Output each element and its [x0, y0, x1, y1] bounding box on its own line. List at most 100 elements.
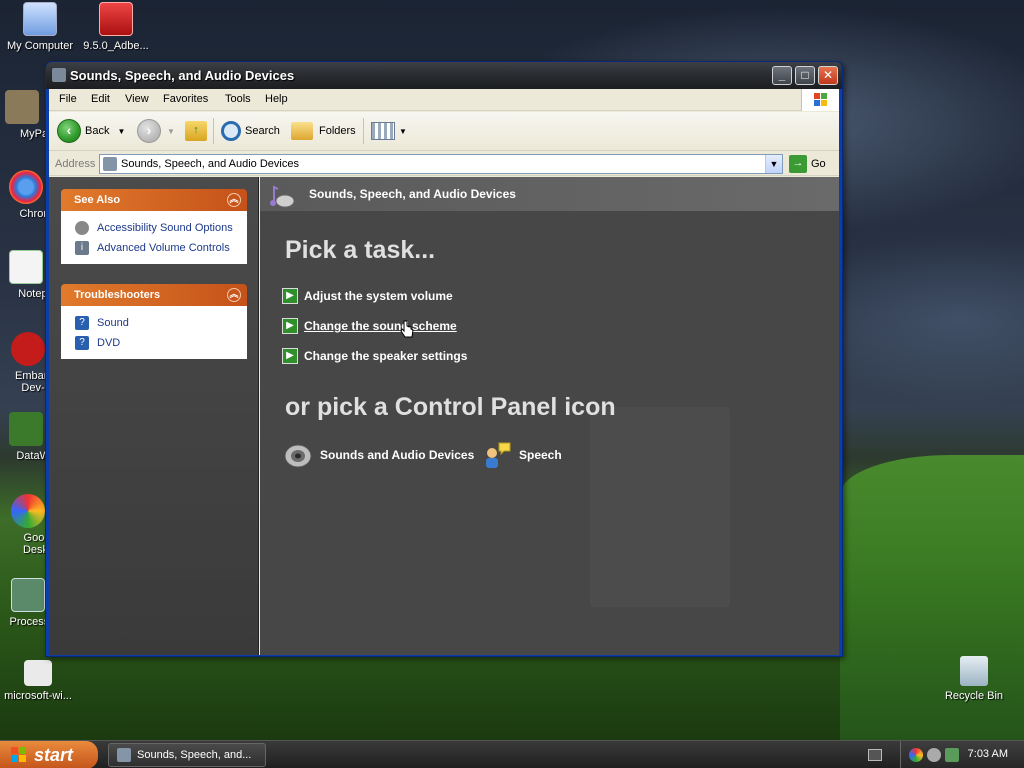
desktop-icon-adobe[interactable]: 9.5.0_Adbe... — [78, 2, 154, 52]
go-button[interactable]: → Go — [789, 155, 826, 173]
recycle-bin-icon — [960, 656, 988, 686]
troubleshooters-header[interactable]: Troubleshooters ︽ — [61, 284, 247, 306]
keyboard-icon[interactable] — [868, 749, 882, 761]
collapse-chevron-icon[interactable]: ︽ — [227, 193, 241, 207]
up-folder-icon: ↑ — [185, 121, 207, 141]
link-label: DVD — [97, 337, 121, 349]
link-sound-troubleshooter[interactable]: ? Sound — [75, 313, 247, 333]
help-icon: ? — [75, 316, 89, 330]
address-label: Address — [55, 158, 96, 170]
see-also-title: See Also — [74, 194, 121, 206]
notepad-icon — [9, 250, 43, 284]
menu-file[interactable]: File — [59, 93, 77, 105]
cp-icon-label: Speech — [519, 448, 562, 462]
volume-tray-icon[interactable] — [927, 748, 941, 762]
system-tray: 7:03 AM — [900, 741, 1024, 768]
google-desktop-icon — [11, 494, 45, 528]
speaker-icon — [75, 221, 89, 235]
menu-edit[interactable]: Edit — [91, 93, 110, 105]
forward-arrow-icon: › — [137, 119, 161, 143]
menu-view[interactable]: View — [125, 93, 149, 105]
task-pane: See Also ︽ Accessibility Sound Options i… — [49, 177, 259, 655]
collapse-chevron-icon[interactable]: ︽ — [227, 288, 241, 302]
desktop-icon-my-computer[interactable]: My Computer — [2, 2, 78, 52]
see-also-header[interactable]: See Also ︽ — [61, 189, 247, 211]
back-button[interactable]: ‹ Back ▼ — [57, 118, 125, 144]
maximize-button[interactable]: □ — [795, 66, 815, 85]
search-icon — [221, 121, 241, 141]
music-notes-icon — [270, 185, 295, 208]
window-body: File Edit View Favorites Tools Help ‹ Ba… — [49, 89, 839, 655]
menu-help[interactable]: Help — [265, 93, 288, 105]
google-desktop-tray-icon[interactable] — [909, 748, 923, 762]
datawarrior-icon — [9, 412, 43, 446]
sound-folder-icon — [52, 68, 66, 82]
address-field[interactable]: Sounds, Speech, and Audio Devices ▼ — [99, 154, 783, 174]
search-button[interactable]: Search — [221, 118, 280, 144]
info-icon: i — [75, 241, 89, 255]
views-grid-icon — [371, 122, 395, 140]
link-accessibility-sound-options[interactable]: Accessibility Sound Options — [75, 218, 247, 238]
folders-button[interactable]: Folders — [291, 118, 356, 144]
link-advanced-volume-controls[interactable]: i Advanced Volume Controls — [75, 238, 247, 258]
cp-icon-sounds-and-audio-devices[interactable]: Sounds and Audio Devices — [282, 439, 474, 471]
start-button[interactable]: start — [0, 741, 98, 768]
views-dropdown-icon[interactable]: ▼ — [399, 127, 407, 136]
troubleshooters-title: Troubleshooters — [74, 289, 161, 301]
address-dropdown-icon[interactable]: ▼ — [765, 155, 782, 173]
devcpp-icon — [11, 332, 45, 366]
menu-tools[interactable]: Tools — [225, 93, 251, 105]
toolbar-separator — [363, 118, 364, 144]
desktop-icon-label: microsoft-wi... — [4, 690, 72, 702]
task-change-sound-scheme[interactable]: ▶ Change the sound scheme — [282, 318, 457, 334]
close-button[interactable]: ✕ — [818, 66, 838, 85]
task-label: Change the sound scheme — [304, 319, 457, 333]
pick-task-heading: Pick a task... — [285, 236, 436, 264]
task-arrow-icon: ▶ — [282, 348, 298, 364]
title-bar[interactable]: Sounds, Speech, and Audio Devices _ □ ✕ — [46, 62, 842, 89]
link-dvd-troubleshooter[interactable]: ? DVD — [75, 333, 247, 353]
toolbar-separator — [213, 118, 214, 144]
process-icon — [11, 578, 45, 612]
link-label: Sound — [97, 317, 129, 329]
up-folder-button[interactable]: ↑ — [185, 118, 207, 144]
forward-dropdown-icon[interactable]: ▼ — [167, 127, 175, 136]
address-bar: Address Sounds, Speech, and Audio Device… — [49, 152, 839, 176]
download-icon — [24, 660, 52, 686]
computer-icon — [23, 2, 57, 36]
desktop-icon-microsoft-wi[interactable]: microsoft-wi... — [0, 660, 76, 702]
desktop-icon-label: My Computer — [6, 40, 74, 52]
minimize-button[interactable]: _ — [772, 66, 792, 85]
task-adjust-system-volume[interactable]: ▶ Adjust the system volume — [282, 288, 453, 304]
troubleshooters-body: ? Sound ? DVD — [61, 306, 247, 359]
sound-folder-icon — [103, 157, 117, 171]
troubleshooters-panel: Troubleshooters ︽ ? Sound ? DVD — [61, 284, 247, 359]
cp-icon-speech[interactable]: Speech — [481, 439, 562, 471]
clock[interactable]: 7:03 AM — [968, 748, 1008, 760]
folders-icon — [291, 122, 313, 140]
link-label: Advanced Volume Controls — [97, 242, 230, 254]
see-also-panel: See Also ︽ Accessibility Sound Options i… — [61, 189, 247, 264]
category-title: Sounds, Speech, and Audio Devices — [309, 187, 516, 201]
views-button[interactable]: ▼ — [371, 118, 407, 144]
menu-favorites[interactable]: Favorites — [163, 93, 208, 105]
menu-bar: File Edit View Favorites Tools Help — [49, 89, 839, 111]
back-dropdown-icon[interactable]: ▼ — [117, 127, 125, 136]
back-arrow-icon: ‹ — [57, 119, 81, 143]
go-label: Go — [811, 158, 826, 170]
search-label: Search — [245, 125, 280, 137]
address-value: Sounds, Speech, and Audio Devices — [121, 158, 299, 170]
taskbar-window-label: Sounds, Speech, and... — [137, 749, 252, 761]
folders-label: Folders — [319, 125, 356, 137]
taskbar-window-button[interactable]: Sounds, Speech, and... — [108, 743, 266, 767]
windows-flag-icon — [11, 747, 26, 762]
desktop-icon-label: Recycle Bin — [944, 690, 1004, 702]
task-arrow-icon: ▶ — [282, 318, 298, 334]
speaker-icon — [284, 444, 312, 468]
task-change-speaker-settings[interactable]: ▶ Change the speaker settings — [282, 348, 467, 364]
go-arrow-icon: → — [789, 155, 807, 173]
network-tray-icon[interactable] — [945, 748, 959, 762]
sound-folder-icon — [117, 748, 131, 762]
forward-button[interactable]: › ▼ — [137, 118, 175, 144]
desktop-icon-recycle-bin[interactable]: Recycle Bin — [936, 656, 1012, 702]
